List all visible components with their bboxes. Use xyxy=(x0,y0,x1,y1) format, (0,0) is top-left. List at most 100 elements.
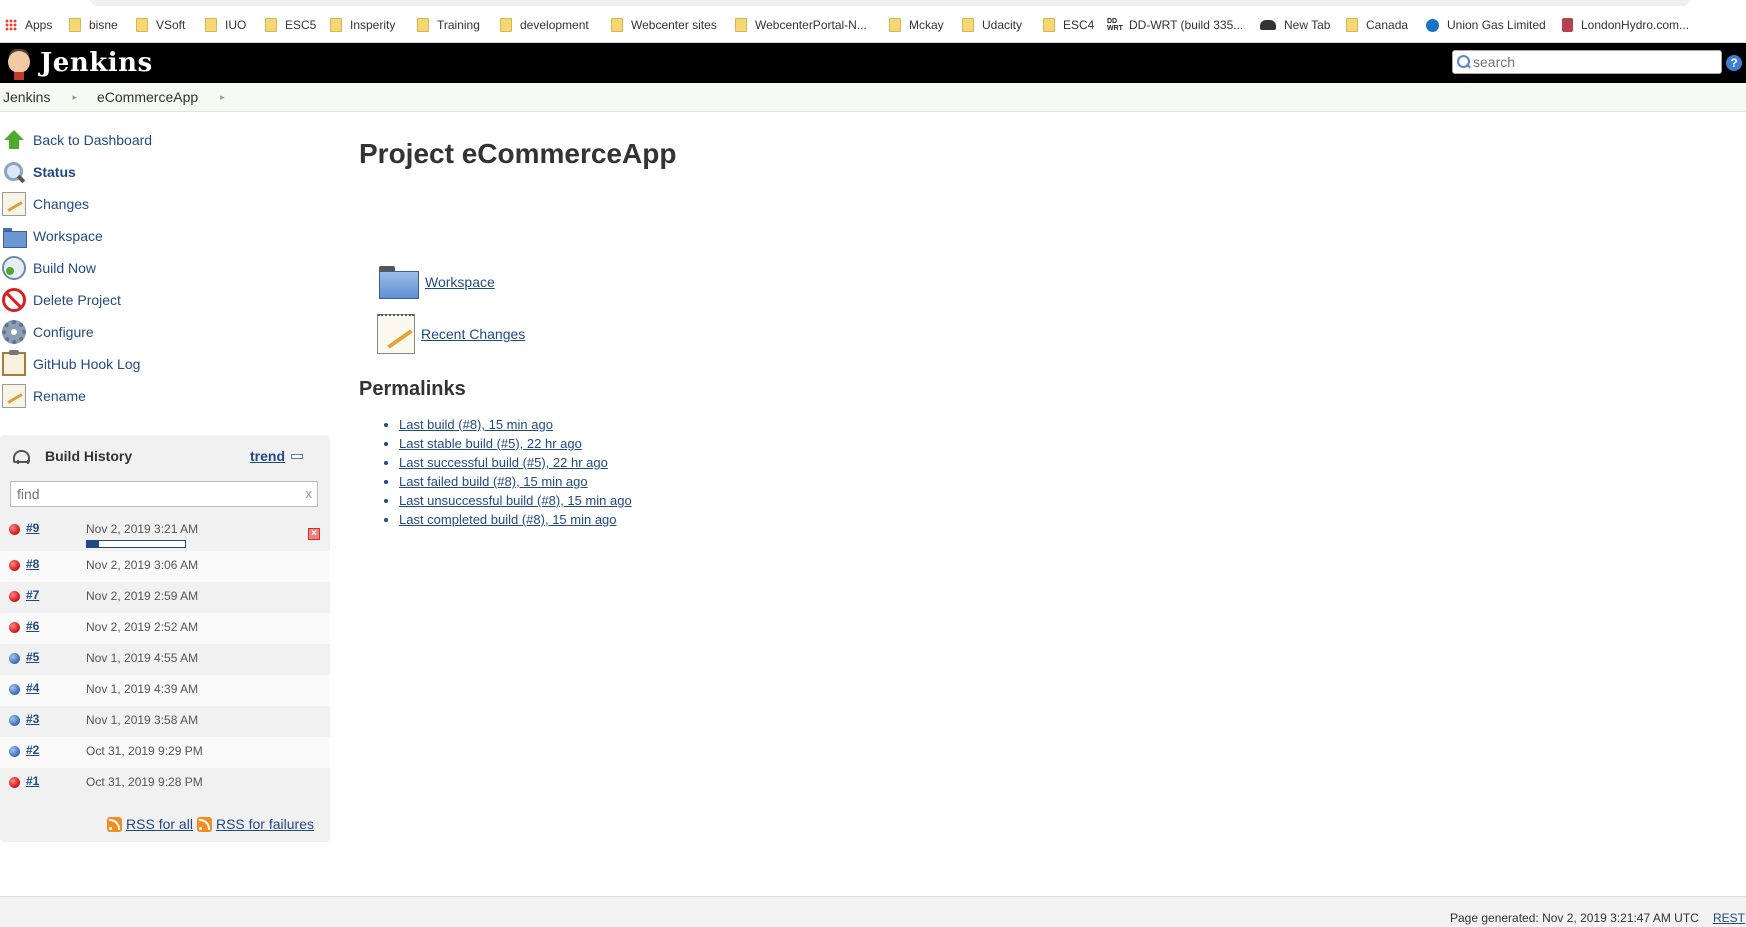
bookmark-development[interactable]: development xyxy=(500,18,611,32)
failed-status-icon[interactable] xyxy=(9,622,20,633)
permalink-last-failed[interactable]: Last failed build (#8), 15 min ago xyxy=(399,474,588,489)
notepad-icon[interactable] xyxy=(377,314,415,354)
bookmark-apps[interactable]: Apps xyxy=(5,18,69,32)
bookmark-insperity[interactable]: Insperity xyxy=(330,18,417,32)
clock-icon xyxy=(2,256,26,280)
failed-status-icon[interactable] xyxy=(9,524,20,535)
success-status-icon[interactable] xyxy=(9,715,20,726)
bookmark-bisne[interactable]: bisne xyxy=(69,18,136,32)
rss-icon[interactable] xyxy=(196,816,212,832)
success-status-icon[interactable] xyxy=(9,684,20,695)
task-label[interactable]: Changes xyxy=(33,196,89,212)
build-progress-fill xyxy=(87,541,99,547)
breadcrumb-ecommerceapp[interactable]: eCommerceApp xyxy=(97,89,198,105)
breadcrumb-jenkins[interactable]: Jenkins xyxy=(0,89,50,105)
bookmark-esc5[interactable]: ESC5 xyxy=(265,18,330,32)
apps-icon xyxy=(5,19,17,31)
logo-text: Jenkins xyxy=(40,48,153,78)
folder-icon xyxy=(417,18,429,32)
permalink-last-unsuccessful[interactable]: Last unsuccessful build (#8), 15 min ago xyxy=(399,493,632,508)
rss-all-link[interactable]: RSS for all xyxy=(126,816,193,832)
task-github-hook-log[interactable]: GitHub Hook Log xyxy=(0,348,300,380)
failed-status-icon[interactable] xyxy=(9,560,20,571)
build-number-link[interactable]: #6 xyxy=(26,619,39,633)
bookmarks-list: Apps bisne VSoft IUO ESC5 Insperity Trai… xyxy=(0,14,1702,36)
permalinks-list: Last build (#8), 15 min ago Last stable … xyxy=(399,415,632,529)
failed-status-icon[interactable] xyxy=(9,591,20,602)
build-number-link[interactable]: #2 xyxy=(26,743,39,757)
recent-changes-link[interactable]: Recent Changes xyxy=(421,326,525,342)
build-history-icon xyxy=(12,448,30,464)
build-filter-input[interactable] xyxy=(17,486,287,502)
help-icon[interactable]: ? xyxy=(1726,55,1742,71)
task-label[interactable]: Status xyxy=(33,164,76,180)
build-filter[interactable]: x xyxy=(10,481,318,507)
page-generated-text: Page generated: Nov 2, 2019 3:21:47 AM U… xyxy=(1450,911,1699,925)
bookmark-ddwrt[interactable]: DD WRT DD-WRT (build 335... xyxy=(1107,18,1260,32)
bookmark-canada[interactable]: Canada xyxy=(1346,18,1426,32)
folder-icon[interactable] xyxy=(377,262,419,302)
build-progress-bar[interactable] xyxy=(86,540,186,548)
search-box[interactable] xyxy=(1452,50,1722,74)
task-delete-project[interactable]: Delete Project xyxy=(0,284,300,316)
breadcrumb-arrow-icon[interactable]: ▸ xyxy=(220,92,225,103)
failed-status-icon[interactable] xyxy=(9,777,20,788)
permalink-last-completed[interactable]: Last completed build (#8), 15 min ago xyxy=(399,512,617,527)
success-status-icon[interactable] xyxy=(9,653,20,664)
permalink-last-build[interactable]: Last build (#8), 15 min ago xyxy=(399,417,553,432)
bookmark-vsoft[interactable]: VSoft xyxy=(136,18,205,32)
bookmark-union-gas[interactable]: Union Gas Limited xyxy=(1426,18,1562,32)
build-row: #4 Nov 1, 2019 4:39 AM xyxy=(0,675,330,706)
bookmark-udacity[interactable]: Udacity xyxy=(962,18,1043,32)
task-rename[interactable]: Rename xyxy=(0,380,300,412)
bookmark-esc4[interactable]: ESC4 xyxy=(1043,18,1107,32)
build-number-link[interactable]: #5 xyxy=(26,650,39,664)
rss-icon[interactable] xyxy=(107,816,123,832)
bookmark-mckay[interactable]: Mckay xyxy=(889,18,962,32)
task-changes[interactable]: Changes xyxy=(0,188,300,220)
jenkins-logo[interactable]: Jenkins xyxy=(2,45,153,81)
task-label[interactable]: Configure xyxy=(33,324,94,340)
build-row: #5 Nov 1, 2019 4:55 AM xyxy=(0,644,330,675)
search-input[interactable] xyxy=(1473,54,1713,70)
task-status[interactable]: Status xyxy=(0,156,300,188)
bookmark-iuo[interactable]: IUO xyxy=(205,18,265,32)
build-number-link[interactable]: #9 xyxy=(26,521,39,535)
collapse-icon[interactable] xyxy=(291,453,303,459)
build-number-link[interactable]: #8 xyxy=(26,557,39,571)
permalink-last-stable[interactable]: Last stable build (#5), 22 hr ago xyxy=(399,436,582,451)
build-number-link[interactable]: #3 xyxy=(26,712,39,726)
rss-failures-link[interactable]: RSS for failures xyxy=(216,816,314,832)
clear-filter-icon[interactable]: x xyxy=(306,486,313,501)
bookmark-training[interactable]: Training xyxy=(417,18,500,32)
task-label[interactable]: GitHub Hook Log xyxy=(33,356,140,372)
bookmark-webcenter-sites[interactable]: Webcenter sites xyxy=(611,18,735,32)
trend-link[interactable]: trend xyxy=(250,445,303,467)
folder-icon xyxy=(265,18,277,32)
bookmark-new-tab[interactable]: New Tab xyxy=(1260,18,1346,32)
build-number-link[interactable]: #7 xyxy=(26,588,39,602)
task-label[interactable]: Delete Project xyxy=(33,292,121,308)
bookmark-london-hydro[interactable]: LondonHydro.com... xyxy=(1562,18,1702,32)
task-back-to-dashboard[interactable]: Back to Dashboard xyxy=(0,124,300,156)
stop-build-icon[interactable]: × xyxy=(308,528,320,540)
task-label[interactable]: Workspace xyxy=(33,228,103,244)
build-number-link[interactable]: #4 xyxy=(26,681,39,695)
build-date: Oct 31, 2019 9:29 PM xyxy=(86,744,203,758)
workspace-link[interactable]: Workspace xyxy=(425,274,495,290)
bookmark-webcenterportal[interactable]: WebcenterPortal-N... xyxy=(735,18,889,32)
task-workspace[interactable]: Workspace xyxy=(0,220,300,252)
breadcrumb-arrow-icon[interactable]: ▸ xyxy=(72,92,77,103)
task-label[interactable]: Build Now xyxy=(33,260,96,276)
build-number-link[interactable]: #1 xyxy=(26,774,39,788)
folder-icon xyxy=(500,18,512,32)
rest-api-link[interactable]: REST xyxy=(1713,911,1745,925)
folder-icon xyxy=(205,18,217,32)
permalink-last-successful[interactable]: Last successful build (#5), 22 hr ago xyxy=(399,455,608,470)
task-label[interactable]: Rename xyxy=(33,388,86,404)
task-configure[interactable]: Configure xyxy=(0,316,300,348)
address-bar[interactable] xyxy=(90,0,1690,6)
task-label[interactable]: Back to Dashboard xyxy=(33,132,152,148)
task-build-now[interactable]: Build Now xyxy=(0,252,300,284)
success-status-icon[interactable] xyxy=(9,746,20,757)
